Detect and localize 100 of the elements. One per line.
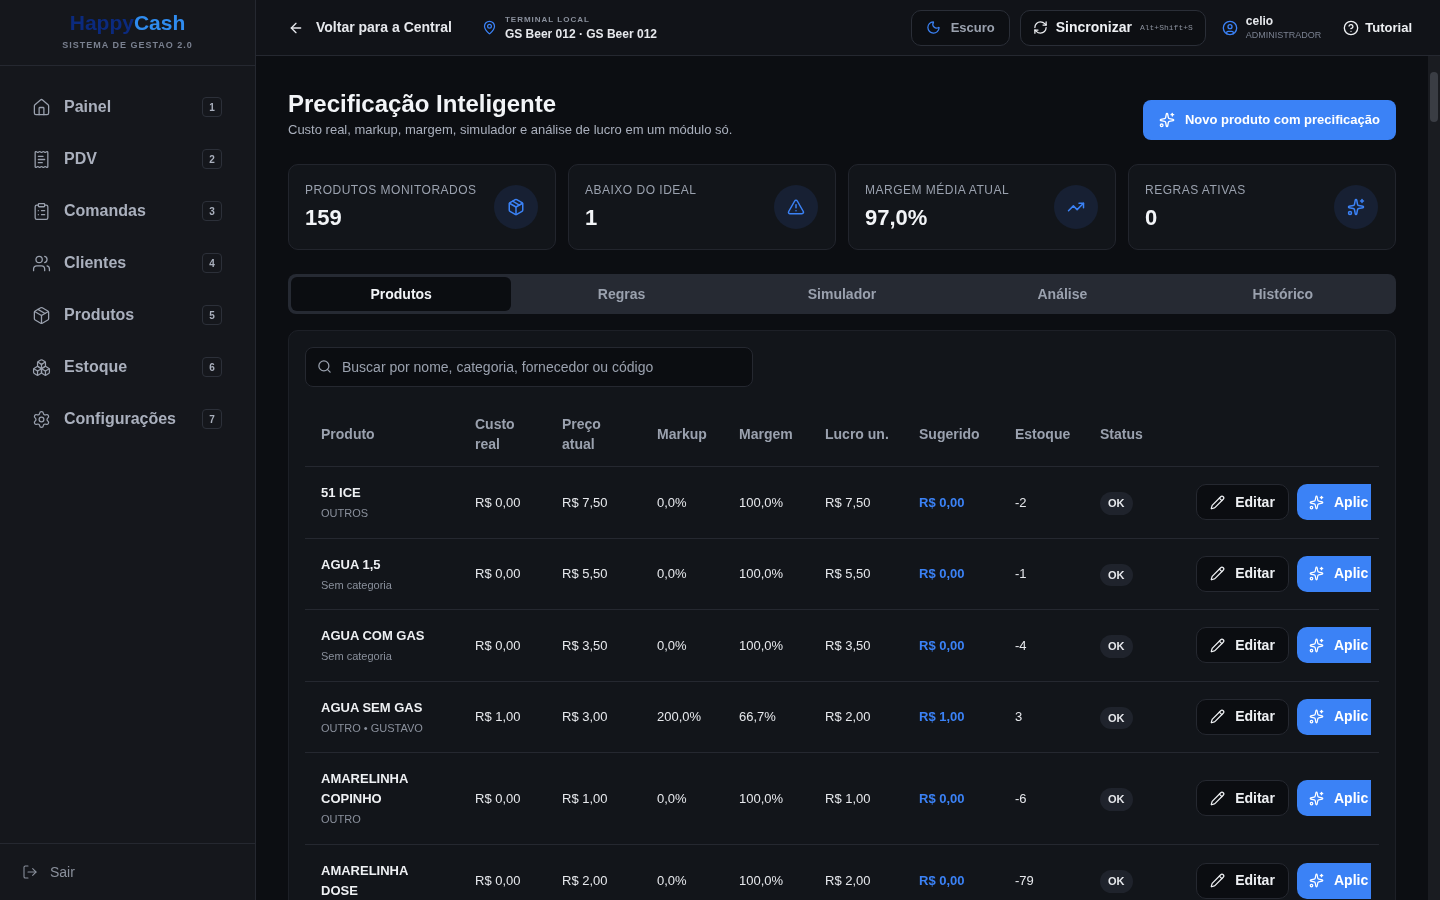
stat-label: PRODUTOS MONITORADOS <box>305 181 477 199</box>
column-header: Preço atual <box>562 414 602 454</box>
table-cell-text: 200,0% <box>657 708 703 726</box>
product-name: AGUA 1,5 <box>321 555 382 574</box>
table-cell-text: 66,7% <box>739 708 777 726</box>
table-cell-text: R$ 1,00 <box>825 789 872 808</box>
table-cell-text: R$ 3,50 <box>562 636 609 655</box>
table-cell-text: R$ 2,00 <box>825 708 872 726</box>
table-cell-text: R$ 2,00 <box>562 871 609 890</box>
sidebar-item[interactable]: Estoque 6 <box>32 353 223 381</box>
warning-icon <box>774 185 818 229</box>
table-cell-text: 100,0% <box>739 871 785 890</box>
sidebar-item[interactable]: Clientes 4 <box>32 249 223 277</box>
shortcut-badge: 2 <box>202 149 222 169</box>
table-cell-text: R$ 5,50 <box>562 565 609 583</box>
tutorial-button[interactable]: Tutorial <box>1343 17 1412 38</box>
boxes-icon <box>32 357 51 377</box>
column-header: Markup <box>657 424 708 444</box>
status-pill: OK <box>1100 635 1133 658</box>
status-pill: OK <box>1100 706 1133 729</box>
search-field[interactable]: Buscar por nome, categoria, fornecedor ou código <box>305 347 753 387</box>
apply-button[interactable]: Aplic <box>1297 555 1371 592</box>
sidebar-item[interactable]: Comandas 3 <box>32 197 223 225</box>
edit-button[interactable]: Editar <box>1196 862 1289 899</box>
location-pin-icon <box>481 20 497 35</box>
product-category: OUTROS <box>321 506 370 521</box>
table-cell-text: -2 <box>1015 493 1028 512</box>
apply-button[interactable]: Aplic <box>1297 627 1371 664</box>
table-cell-text: 0,0% <box>657 565 688 583</box>
status-pill: OK <box>1100 563 1133 586</box>
pencil-icon <box>1210 637 1226 653</box>
theme-button[interactable]: Escuro <box>910 9 1010 46</box>
sidebar-item[interactable]: PDV 2 <box>32 145 223 173</box>
sparkles-icon <box>1309 637 1324 653</box>
shortcut-badge: 4 <box>202 253 222 273</box>
table-cell-text: 100,0% <box>739 789 785 808</box>
sparkles-icon <box>1334 185 1378 229</box>
apply-button[interactable]: Aplic <box>1297 780 1371 817</box>
sparkles-icon <box>1309 566 1324 582</box>
trend-up-icon <box>1054 185 1098 229</box>
table-cell-text: 100,0% <box>739 565 785 583</box>
terminal-label: TERMINAL LOCAL <box>504 15 591 24</box>
shortcut-badge: 3 <box>202 201 222 221</box>
table-cell-text: 0,0% <box>657 871 688 890</box>
tab[interactable]: Produtos <box>291 277 512 311</box>
table-cell-text: R$ 1,00 <box>475 708 522 726</box>
column-header: Sugerido <box>919 424 981 444</box>
status-pill: OK <box>1100 870 1133 893</box>
product-name: AMARELINHA DOSE <box>321 861 409 900</box>
stat-value: 0 <box>1145 203 1159 232</box>
status-pill: OK <box>1100 788 1133 811</box>
table-cell-text: R$ 3,00 <box>562 708 609 726</box>
tab[interactable]: Análise <box>952 277 1173 311</box>
logout-button[interactable]: Sair <box>22 861 75 883</box>
pencil-icon <box>1210 494 1226 510</box>
product-category: OUTRO <box>321 812 362 827</box>
table-cell-text: R$ 3,50 <box>825 636 872 655</box>
table-cell-text: -4 <box>1015 636 1028 655</box>
table-cell-text: R$ 5,50 <box>825 565 872 583</box>
status-pill: OK <box>1100 492 1133 515</box>
table-cell-text: R$ 0,00 <box>919 636 966 655</box>
sparkles-icon <box>1158 112 1175 128</box>
clipboard-icon <box>32 201 51 221</box>
edit-button[interactable]: Editar <box>1196 627 1289 664</box>
tab[interactable]: Regras <box>511 277 732 311</box>
column-header: Margem <box>739 424 794 444</box>
receipt-icon <box>32 149 51 169</box>
edit-button[interactable]: Editar <box>1196 698 1289 735</box>
pencil-icon <box>1210 566 1226 582</box>
stat-value: 1 <box>585 203 599 232</box>
tab[interactable]: Histórico <box>1172 277 1393 311</box>
edit-button[interactable]: Editar <box>1196 484 1289 521</box>
table-cell-text: R$ 2,00 <box>825 871 872 890</box>
back-link[interactable]: Voltar para a Central <box>288 17 452 38</box>
edit-button[interactable]: Editar <box>1196 555 1289 592</box>
table-cell-text: -79 <box>1015 871 1035 890</box>
table-cell-text: R$ 0,00 <box>919 789 966 808</box>
edit-button[interactable]: Editar <box>1196 780 1289 817</box>
product-name: 51 ICE <box>321 484 362 502</box>
stat-label: ABAIXO DO IDEAL <box>585 181 697 199</box>
table-cell-text: R$ 0,00 <box>475 871 522 890</box>
user-name: celio <box>1245 15 1275 27</box>
sidebar-item[interactable]: Produtos 5 <box>32 301 223 329</box>
apply-button[interactable]: Aplic <box>1297 698 1371 735</box>
apply-button[interactable]: Aplic <box>1297 484 1371 521</box>
moon-icon <box>925 20 941 35</box>
pencil-icon <box>1210 709 1226 725</box>
settings-icon <box>32 409 51 429</box>
sync-button[interactable]: Sincronizar Alt+Shift+S <box>1019 9 1206 46</box>
logo-subtitle: SISTEMA DE GESTAO 2.0 <box>62 39 193 53</box>
product-category: Sem categoria <box>321 649 393 664</box>
sidebar-item[interactable]: Configurações 7 <box>32 405 223 433</box>
page-title: Precificação Inteligente <box>288 90 558 118</box>
apply-button[interactable]: Aplic <box>1297 862 1371 899</box>
table-cell-text: 0,0% <box>657 493 688 512</box>
sidebar-item[interactable]: Painel 1 <box>32 93 223 121</box>
tab[interactable]: Simulador <box>731 277 953 311</box>
new-product-button[interactable]: Novo produto com precificação <box>1142 100 1396 140</box>
product-category: OUTRO • GUSTAVO <box>321 720 424 736</box>
help-icon <box>1343 19 1360 36</box>
